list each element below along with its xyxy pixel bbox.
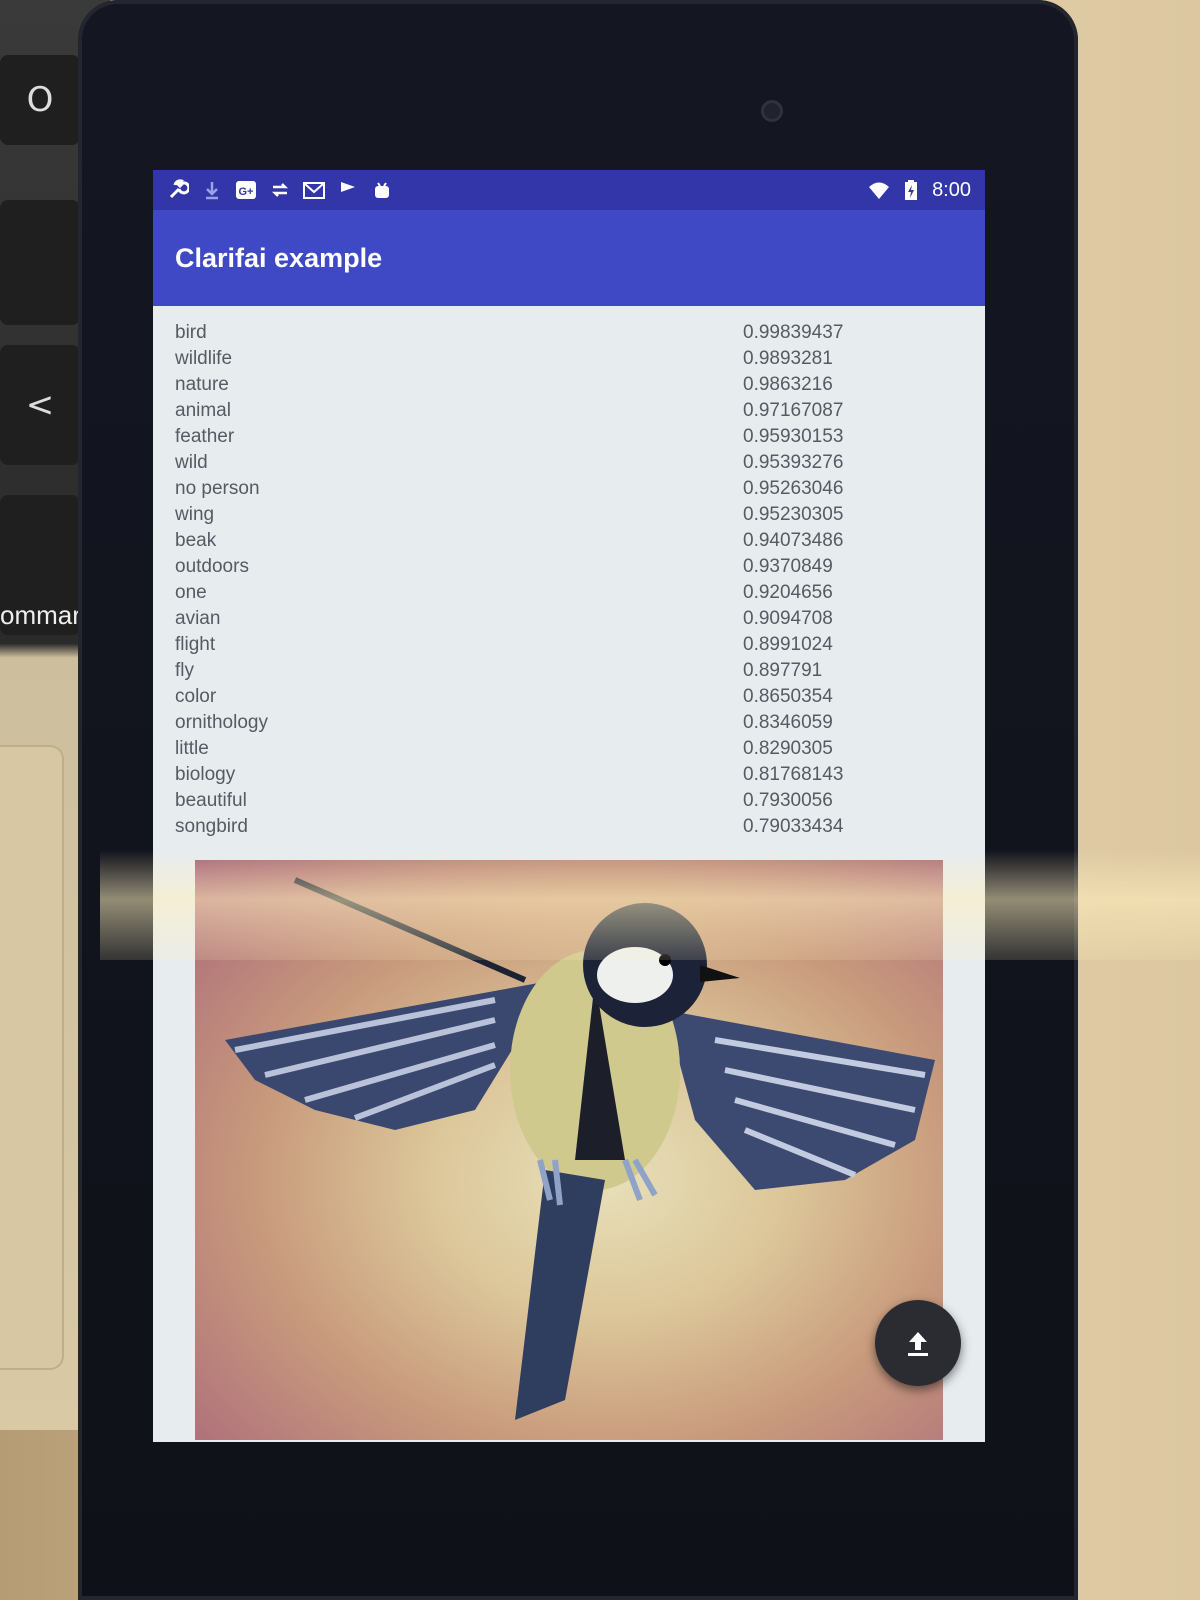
prediction-row: ornithology 0.8346059 [175,710,963,736]
concept-label: no person [175,478,260,499]
concept-score: 0.7930056 [743,790,833,811]
concept-score: 0.9370849 [743,556,833,577]
prediction-row: wildlife 0.9893281 [175,346,963,372]
concept-score: 0.9893281 [743,348,833,369]
concept-score: 0.8650354 [743,686,833,707]
concept-score: 0.79033434 [743,816,844,837]
concept-score: 0.8346059 [743,712,833,733]
notification-icons: G+ [167,179,393,201]
concept-label: beak [175,530,217,551]
flag-icon [337,179,359,201]
app-title: Clarifai example [175,242,383,273]
prediction-row: fly 0.897791 [175,658,963,684]
concept-score: 0.897791 [743,660,823,681]
concept-score: 0.95263046 [743,478,844,499]
status-bar: G+ 8:00 [153,170,985,210]
concept-label: one [175,582,207,603]
gmail-icon [303,179,325,201]
analyzed-image [195,860,943,1440]
prediction-row: avian 0.9094708 [175,606,963,632]
bird-tail [515,1170,605,1420]
concept-label: ornithology [175,712,268,733]
google-plus-icon: G+ [235,179,257,201]
android-icon [371,179,393,201]
concept-score: 0.95393276 [743,452,844,473]
concept-label: feather [175,426,235,447]
concept-label: color [175,686,217,707]
concept-label: bird [175,322,207,343]
concept-score: 0.94073486 [743,530,844,551]
concept-label: flight [175,634,216,655]
prediction-row: no person 0.95263046 [175,476,963,502]
upload-icon [908,1332,928,1356]
concept-label: wild [175,452,208,473]
concept-score: 0.9863216 [743,374,833,395]
concept-score: 0.99839437 [743,322,844,343]
concept-label: songbird [175,816,248,837]
wrench-icon [167,179,191,201]
concept-score: 0.8991024 [743,634,833,655]
laptop-key-label: ommar [0,600,81,630]
upload-button[interactable] [875,1300,961,1386]
prediction-row: wild 0.95393276 [175,450,963,476]
battery-charging-icon [900,179,922,201]
concept-score: 0.81768143 [743,764,844,785]
prediction-row: beak 0.94073486 [175,528,963,554]
concept-label: little [175,738,209,759]
concept-label: outdoors [175,556,249,577]
system-status: 8:00 [868,179,971,202]
prediction-row: bird 0.99839437 [175,320,963,346]
bird-eye [659,954,671,966]
concept-label: wing [175,504,215,525]
sync-icon [269,179,291,201]
front-camera [761,100,783,122]
concept-label: biology [175,764,236,785]
prediction-list: bird 0.99839437 wildlife 0.9893281 nature 0… [153,310,985,850]
clock-time: 8:00 [932,178,971,201]
concept-label: avian [175,608,221,629]
download-icon [201,179,223,201]
prediction-row: biology 0.81768143 [175,762,963,788]
concept-score: 0.9094708 [743,608,833,629]
bird-feather-streak [293,877,527,983]
prediction-row: flight 0.8991024 [175,632,963,658]
concept-score: 0.95230305 [743,504,844,525]
bird-beak [700,965,740,982]
app-screen: G+ 8:00 Clarifai example bird 0.99839437… [153,170,985,1442]
concept-label: fly [175,660,194,681]
wifi-icon [868,179,890,201]
tablet-device: G+ 8:00 Clarifai example bird 0.99839437… [78,0,1078,1600]
prediction-row: little 0.8290305 [175,736,963,762]
concept-label: wildlife [175,348,233,369]
concept-score: 0.8290305 [743,738,833,759]
concept-label: nature [175,374,229,395]
prediction-row: outdoors 0.9370849 [175,554,963,580]
prediction-row: nature 0.9863216 [175,372,963,398]
laptop-trackpad [0,745,64,1370]
laptop-key-o: O [0,55,80,145]
concept-label: beautiful [175,790,247,811]
laptop-key-less-than: < [0,345,80,465]
app-bar: Clarifai example [153,210,985,306]
prediction-row: songbird 0.79033434 [175,814,963,840]
prediction-row: color 0.8650354 [175,684,963,710]
bird-illustration [225,877,935,1420]
concept-score: 0.9204656 [743,582,833,603]
concept-score: 0.95930153 [743,426,844,447]
prediction-row: animal 0.97167087 [175,398,963,424]
concept-label: animal [175,400,231,421]
laptop-key [0,200,80,325]
concept-score: 0.97167087 [743,400,844,421]
prediction-row: wing 0.95230305 [175,502,963,528]
svg-text:G+: G+ [239,186,254,198]
navigation-bar [153,1430,985,1442]
bird-right-wing [665,1010,935,1190]
prediction-row: feather 0.95930153 [175,424,963,450]
prediction-row: beautiful 0.7930056 [175,788,963,814]
prediction-row: one 0.9204656 [175,580,963,606]
